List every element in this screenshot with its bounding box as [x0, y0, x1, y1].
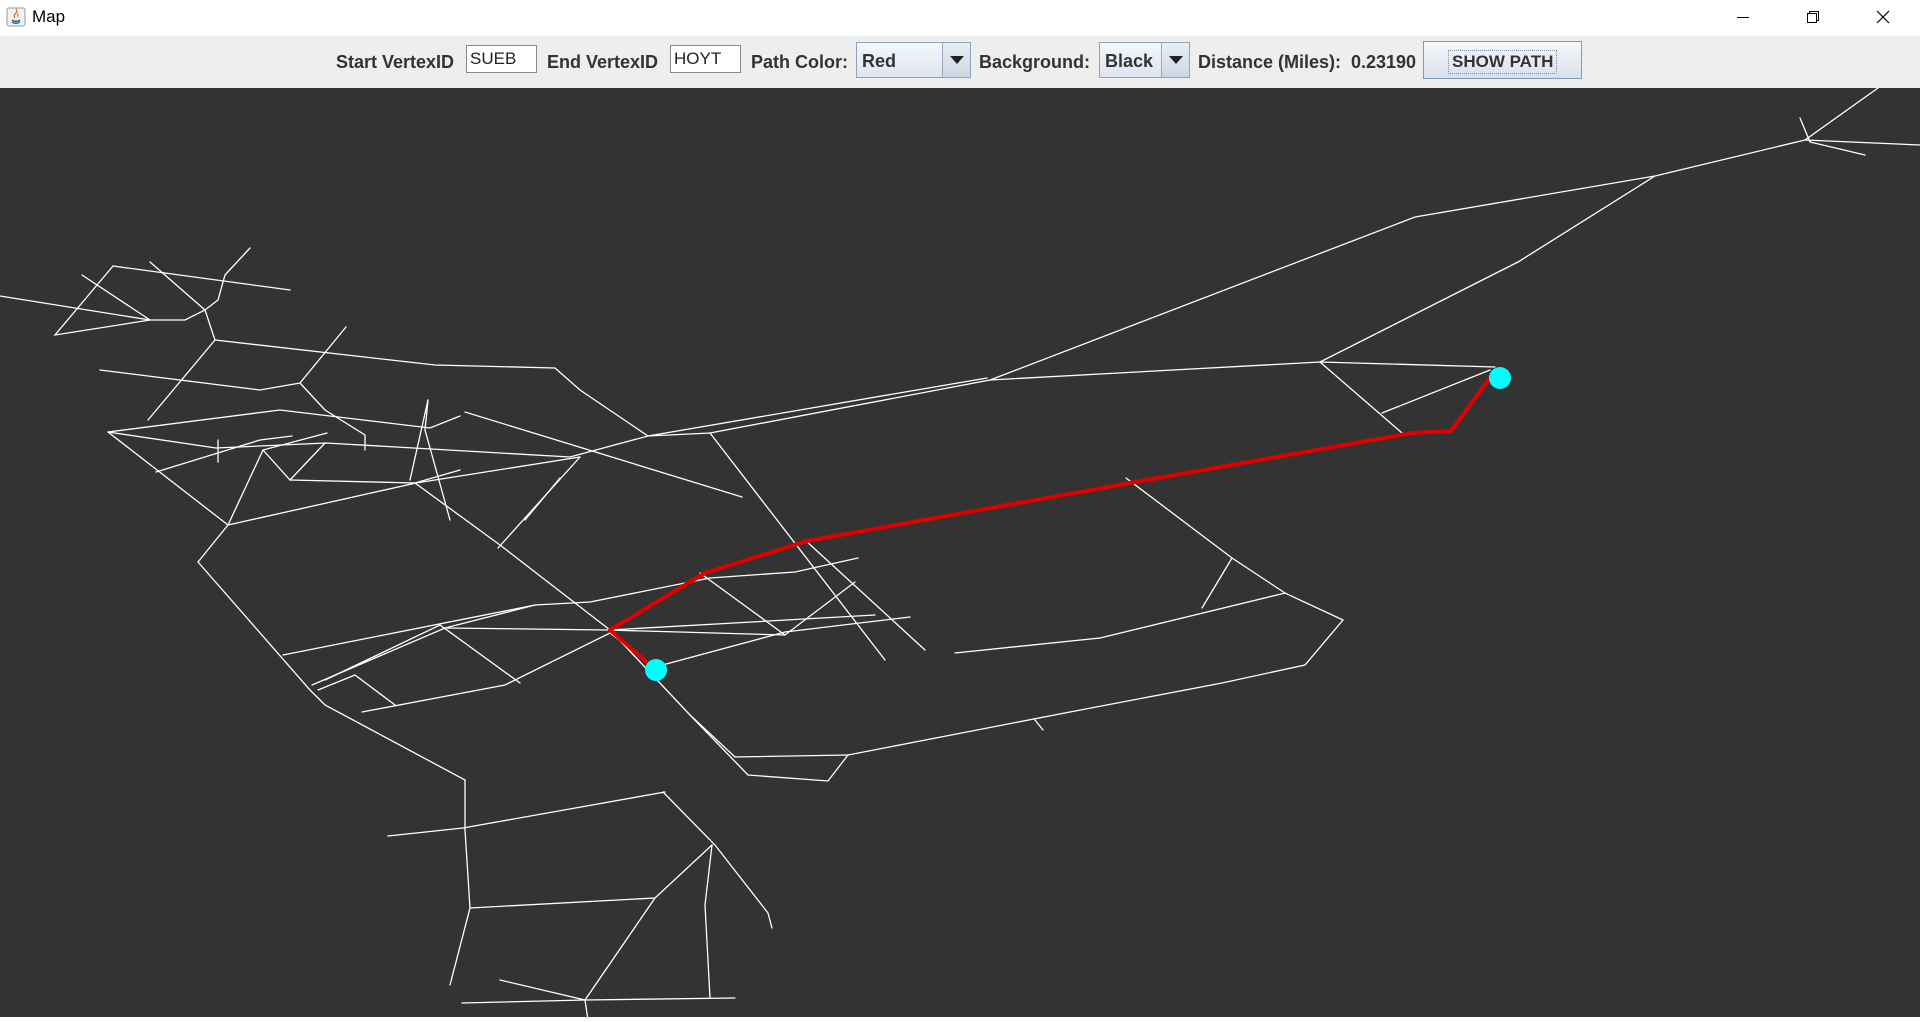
- map-edge: [107, 431, 229, 526]
- restore-button[interactable]: [1778, 0, 1848, 34]
- map-edge: [311, 604, 536, 686]
- map-edge: [289, 469, 461, 484]
- map-edge: [847, 711, 1071, 756]
- map-edge: [149, 261, 206, 311]
- distance-value: 0.23190: [1351, 52, 1417, 72]
- close-button[interactable]: [1848, 0, 1918, 34]
- distance-label: Distance (Miles):: [1198, 52, 1342, 72]
- map-edge: [414, 482, 611, 631]
- map-canvas[interactable]: [0, 88, 1920, 1022]
- map-edge: [1034, 719, 1044, 731]
- map-edge: [1201, 557, 1233, 609]
- background-label: Background:: [979, 52, 1091, 72]
- window-title: Map: [32, 7, 66, 26]
- map-edge: [53, 247, 251, 336]
- show-path-label: SHOW PATH: [1448, 50, 1558, 74]
- map-edge: [1319, 175, 1656, 363]
- map-edge: [1319, 361, 1403, 434]
- java-app-icon: [6, 7, 26, 27]
- window-bottom-edge: [0, 1017, 1920, 1022]
- shortest-path: [608, 376, 1492, 672]
- map-edge: [954, 592, 1345, 713]
- campus-map: [0, 88, 1920, 1021]
- background-value: Black: [1105, 51, 1154, 71]
- map-edge: [989, 88, 1879, 381]
- map-edge: [262, 442, 326, 481]
- map-edge: [989, 361, 1496, 381]
- map-edge: [204, 309, 216, 341]
- start-vertex-marker[interactable]: [645, 659, 667, 681]
- end-vertex-marker[interactable]: [1489, 367, 1511, 389]
- map-edge: [147, 339, 216, 421]
- start-vertex-input[interactable]: SUEB: [466, 45, 537, 73]
- map-edge: [197, 561, 466, 831]
- start-vertex-label: Start VertexID: [336, 52, 455, 72]
- end-vertex-label: End VertexID: [547, 52, 659, 72]
- path-color-value: Red: [862, 51, 897, 71]
- background-dropdown[interactable]: Black: [1099, 42, 1190, 78]
- path-color-label: Path Color:: [751, 52, 848, 72]
- map-edge: [112, 265, 291, 291]
- map-edge: [709, 379, 991, 434]
- map-edge: [299, 326, 347, 384]
- map-edge: [107, 377, 988, 458]
- map-edge: [704, 844, 713, 999]
- map-edge: [81, 274, 151, 321]
- path-color-dropdown[interactable]: Red: [856, 42, 971, 78]
- map-edge: [214, 339, 886, 661]
- restore-icon: [1807, 11, 1819, 23]
- map-edge: [99, 369, 301, 391]
- map-edge: [461, 997, 736, 1004]
- close-icon: [1876, 10, 1890, 24]
- map-edge: [324, 624, 521, 684]
- map-edge: [464, 411, 743, 498]
- map-edge: [155, 435, 293, 473]
- map-edge: [387, 791, 666, 837]
- map-edge: [699, 572, 856, 636]
- minimize-button[interactable]: [1708, 0, 1778, 34]
- map-edge: [197, 524, 229, 563]
- map-edge: [282, 557, 859, 656]
- map-edge: [317, 674, 356, 691]
- chevron-down-icon[interactable]: [942, 43, 970, 77]
- map-edge: [107, 409, 461, 433]
- map-edge: [469, 844, 713, 909]
- map-edge: [354, 674, 396, 706]
- map-edge: [524, 477, 561, 521]
- map-edge: [499, 897, 656, 1001]
- map-edge: [0, 295, 151, 321]
- end-vertex-input[interactable]: HOYT: [670, 45, 741, 73]
- map-edges: [0, 88, 1920, 1021]
- map-edge: [449, 829, 471, 986]
- map-edge: [662, 791, 773, 929]
- map-edge: [424, 399, 451, 521]
- chevron-down-icon[interactable]: [1161, 43, 1189, 77]
- map-window: Map Start VertexID SUEB End VertexID HOY…: [0, 0, 1920, 1022]
- show-path-button[interactable]: SHOW PATH: [1423, 41, 1582, 79]
- map-edge: [1125, 477, 1286, 594]
- map-edge: [409, 399, 429, 481]
- title-bar: Map: [0, 0, 1920, 36]
- minimize-icon: [1737, 17, 1749, 18]
- map-edge: [689, 714, 850, 782]
- map-edge: [609, 614, 876, 631]
- map-edge: [1381, 369, 1491, 414]
- toolbar: Start VertexID SUEB End VertexID HOYT Pa…: [0, 36, 1920, 89]
